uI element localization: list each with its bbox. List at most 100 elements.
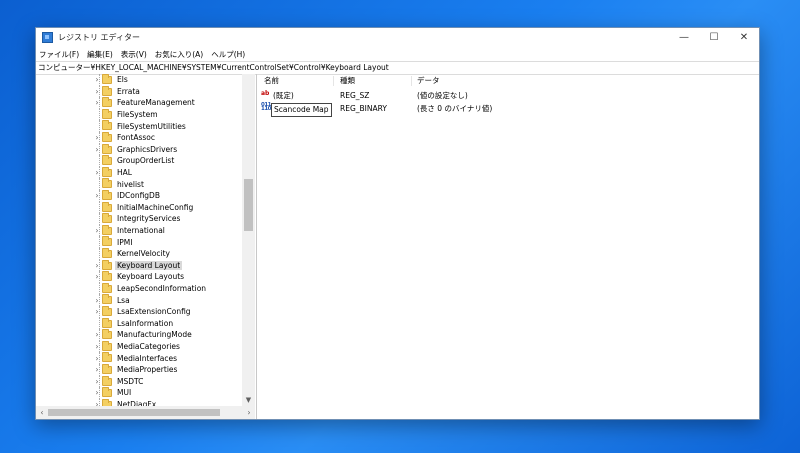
folder-icon (102, 213, 112, 224)
folder-icon (102, 387, 112, 398)
tree-item[interactable]: LeapSecondInformation (36, 282, 241, 295)
tree-item[interactable]: FileSystemUtilities (36, 120, 241, 132)
tree-item[interactable]: › MediaCategories (36, 340, 241, 353)
expand-chevron-icon[interactable]: › (93, 87, 101, 96)
folder-icon (102, 340, 112, 351)
tree-item[interactable]: InitialMachineConfig (36, 201, 241, 214)
scroll-left-arrow-icon[interactable]: ‹ (36, 406, 48, 419)
tree-item[interactable]: GroupOrderList (36, 155, 241, 167)
column-header-name[interactable]: 名前 (264, 74, 279, 88)
tree-item[interactable]: › Errata (36, 85, 241, 98)
close-button[interactable]: ✕ (729, 28, 759, 47)
tree-item[interactable]: LsaInformation (36, 317, 241, 330)
expand-chevron-icon[interactable]: › (93, 191, 101, 200)
tree-item[interactable]: › Keyboard Layouts (36, 271, 241, 283)
tree-guide-line (99, 178, 100, 190)
expand-chevron-icon[interactable]: › (93, 145, 101, 154)
list-row[interactable]: 011 110 Scancode Map REG_BINARY (長さ 0 のバイ… (258, 102, 759, 117)
menu-favorites[interactable]: お気に入り(A) (155, 49, 203, 60)
expand-chevron-icon[interactable]: › (93, 296, 101, 305)
tree-hscroll-thumb[interactable] (48, 409, 220, 416)
tree-item-label: hivelist (117, 179, 144, 189)
tree-item[interactable]: › Els (36, 74, 241, 86)
expand-chevron-icon[interactable]: › (93, 168, 101, 177)
tree-vscroll-thumb[interactable] (244, 179, 253, 231)
tree-item-label: International (117, 226, 165, 236)
column-header-type[interactable]: 種類 (340, 74, 355, 88)
folder-icon (102, 364, 112, 374)
tree-item-label: Keyboard Layout (115, 260, 183, 270)
expand-chevron-icon[interactable]: › (93, 330, 101, 339)
expand-chevron-icon[interactable]: › (93, 98, 101, 107)
tree-item[interactable]: › Lsa (36, 294, 241, 306)
tree-guide-line (99, 248, 100, 260)
menu-bar: ファイル(F) 編集(E) 表示(V) お気に入り(A) ヘルプ(H) (36, 47, 759, 61)
tree-item[interactable]: › ManufacturingMode (36, 329, 241, 341)
address-bar[interactable]: コンピューター¥HKEY_LOCAL_MACHINE¥SYSTEM¥Curren… (36, 61, 759, 75)
tree-item[interactable]: › MediaInterfaces (36, 352, 241, 364)
tree-item-label: MediaInterfaces (117, 353, 178, 363)
menu-file[interactable]: ファイル(F) (39, 49, 79, 60)
expand-chevron-icon[interactable]: › (93, 226, 101, 235)
tree-item-label: KernelVelocity (117, 249, 170, 259)
expand-chevron-icon[interactable]: › (93, 388, 101, 397)
rename-input[interactable]: Scancode Map (271, 103, 332, 117)
tree-item[interactable]: FileSystem (36, 108, 241, 121)
tree-item[interactable]: hivelist (36, 178, 241, 190)
minimize-button[interactable]: — (669, 28, 699, 47)
maximize-button[interactable]: ☐ (699, 28, 729, 47)
expand-chevron-icon[interactable]: › (93, 272, 101, 281)
tree-item[interactable]: IntegrityServices (36, 213, 241, 225)
window-title: レジストリ エディター (58, 33, 140, 42)
tree-item[interactable]: › MUI (36, 387, 241, 399)
tree-item[interactable]: › LsaExtensionConfig (36, 306, 241, 318)
menu-view[interactable]: 表示(V) (121, 49, 147, 60)
tree-item-label: FileSystemUtilities (117, 121, 186, 131)
list-header: 名前 種類 データ (258, 74, 759, 88)
expand-chevron-icon[interactable]: › (93, 377, 101, 386)
tree-item[interactable]: › Keyboard Layout (36, 259, 241, 272)
menu-help[interactable]: ヘルプ(H) (211, 49, 245, 60)
tree-guide-line (99, 120, 100, 132)
scroll-down-arrow-icon[interactable]: ▼ (242, 394, 255, 406)
tree-item[interactable]: IPMI (36, 236, 241, 248)
tree-item[interactable]: › MSDTC (36, 375, 241, 388)
list-row[interactable]: ab (既定) REG_SZ (値の設定なし) (258, 90, 759, 102)
expand-chevron-icon[interactable]: › (93, 261, 101, 270)
expand-chevron-icon[interactable]: › (93, 354, 101, 363)
expand-chevron-icon[interactable]: › (93, 365, 101, 374)
tree-item-label: MSDTC (117, 376, 144, 386)
tree-vertical-scrollbar[interactable]: ▼ (242, 74, 255, 406)
menu-edit[interactable]: 編集(E) (87, 49, 113, 60)
tree-item[interactable]: › FeatureManagement (36, 97, 241, 109)
tree-item-label: Els (117, 75, 128, 85)
tree-item[interactable]: › International (36, 224, 241, 237)
folder-icon (102, 236, 112, 247)
tree-item-label: GroupOrderList (117, 156, 175, 166)
folder-icon (102, 248, 112, 258)
folder-icon (102, 282, 112, 293)
tree-item[interactable]: › GraphicsDrivers (36, 143, 241, 156)
folder-icon (102, 155, 112, 166)
folder-icon (102, 108, 112, 119)
folder-icon (102, 74, 112, 84)
tree-item[interactable]: › FontAssoc (36, 132, 241, 144)
tree-item[interactable]: › IDConfigDB (36, 190, 241, 202)
tree-item[interactable]: › MediaProperties (36, 364, 241, 376)
tree-item-label: Keyboard Layouts (117, 272, 185, 282)
folder-icon (102, 97, 112, 108)
expand-chevron-icon[interactable]: › (93, 133, 101, 142)
expand-chevron-icon[interactable]: › (93, 342, 101, 351)
tree-item[interactable]: KernelVelocity (36, 248, 241, 260)
expand-chevron-icon[interactable]: › (93, 307, 101, 316)
scroll-right-arrow-icon[interactable]: › (243, 406, 255, 419)
key-tree-pane: › Els › Errata › FeatureManagement FileSystem F… (36, 74, 257, 419)
tree-item-label: InitialMachineConfig (117, 202, 194, 212)
column-header-data[interactable]: データ (417, 74, 440, 88)
title-bar[interactable]: レジストリ エディター — ☐ ✕ (36, 28, 759, 47)
tree-item-label: Errata (117, 86, 140, 96)
value-type: REG_SZ (340, 91, 370, 100)
tree-item[interactable]: › HAL (36, 166, 241, 179)
tree-horizontal-scrollbar[interactable]: ‹ › (36, 406, 255, 419)
expand-chevron-icon[interactable]: › (93, 75, 101, 84)
